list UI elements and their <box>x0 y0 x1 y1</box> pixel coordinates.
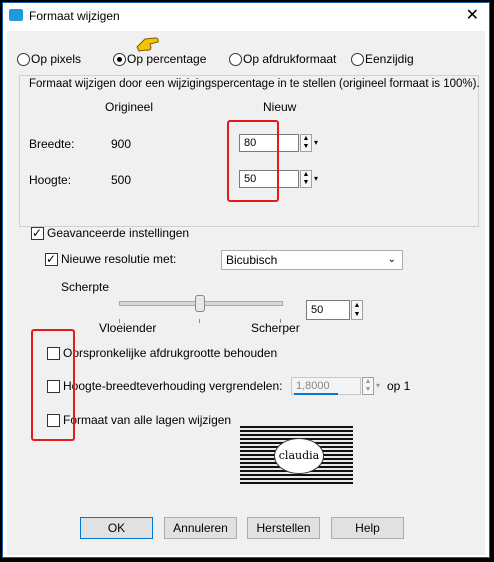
keep-print-size-label[interactable]: Oorspronkelijke afdrukgrootte behouden <box>63 346 277 360</box>
width-label: Breedte: <box>29 137 75 151</box>
sharpness-label: Scherpte <box>61 280 110 294</box>
sharpness-slider-thumb[interactable] <box>195 295 205 312</box>
close-icon[interactable]: ✕ <box>466 5 479 25</box>
resolution-method-select[interactable]: Bicubisch ⌄ <box>221 250 403 270</box>
height-original-value: 500 <box>111 173 132 187</box>
ratio-dropdown-icon[interactable]: ▾ <box>376 377 383 395</box>
width-spinner[interactable]: ▲ ▼ <box>300 134 312 152</box>
resolution-label[interactable]: Nieuwe resolutie met: <box>61 252 176 266</box>
width-dropdown-icon[interactable]: ▾ <box>314 134 321 152</box>
ok-button[interactable]: OK <box>80 517 153 539</box>
ratio-spinner[interactable]: ▲ ▼ <box>362 377 374 395</box>
advanced-label[interactable]: Geavanceerde instellingen <box>47 226 189 240</box>
ratio-focus-underline <box>294 393 338 395</box>
highlight-box-options <box>31 329 75 441</box>
resolution-method-value: Bicubisch <box>226 253 278 267</box>
sharpness-spinner[interactable]: ▲ ▼ <box>351 300 363 320</box>
width-original-value: 900 <box>111 137 132 151</box>
info-text: Formaat wijzigen door een wijzigingsperc… <box>29 78 480 90</box>
radio-op-afdrukformaat[interactable] <box>229 53 242 66</box>
ratio-suffix: op 1 <box>387 379 411 393</box>
resolution-checkbox[interactable] <box>45 251 58 267</box>
pointing-hand-icon <box>136 37 159 52</box>
help-button[interactable]: Help <box>331 517 404 539</box>
claudia-logo: claudia <box>274 438 324 474</box>
window-title: Formaat wijzigen <box>29 9 120 23</box>
radio-op-percentage-label[interactable]: Op percentage <box>127 52 206 66</box>
height-dropdown-icon[interactable]: ▾ <box>314 170 321 188</box>
height-label: Hoogte: <box>29 173 72 187</box>
radio-op-afdrukformaat-label[interactable]: Op afdrukformaat <box>243 52 336 66</box>
slider-tick <box>199 319 200 323</box>
radio-eenzijdig-label[interactable]: Eenzijdig <box>365 52 414 66</box>
title-bar: Formaat wijzigen ✕ <box>3 3 489 29</box>
sharpness-input[interactable]: 50 <box>306 300 350 320</box>
radio-eenzijdig[interactable] <box>351 53 364 66</box>
cancel-button[interactable]: Annuleren <box>164 517 237 539</box>
height-spinner[interactable]: ▲ ▼ <box>300 170 312 188</box>
radio-op-percentage[interactable] <box>113 53 126 66</box>
resize-dialog: Formaat wijzigen ✕ Op pixels Op percenta… <box>2 2 490 558</box>
radio-op-pixels-label[interactable]: Op pixels <box>31 52 81 66</box>
dialog-body: Op pixels Op percentage Op afdrukformaat… <box>7 31 485 555</box>
sharpness-left-label: Vloeiender <box>99 321 157 335</box>
app-icon <box>9 9 23 21</box>
advanced-checkbox[interactable] <box>31 225 44 241</box>
resize-all-layers-label[interactable]: Formaat van alle lagen wijzigen <box>63 413 231 427</box>
column-new: Nieuw <box>263 100 297 114</box>
highlight-box-new-size <box>227 120 279 202</box>
reset-button[interactable]: Herstellen <box>247 517 320 539</box>
preview-image: claudia <box>240 426 353 484</box>
radio-op-pixels[interactable] <box>17 53 30 66</box>
sharpness-right-label: Scherper <box>251 321 300 335</box>
lock-ratio-label[interactable]: Hoogte-breedteverhouding vergrendelen: <box>63 379 283 393</box>
column-original: Origineel <box>105 100 154 114</box>
chevron-down-icon: ⌄ <box>387 254 396 265</box>
